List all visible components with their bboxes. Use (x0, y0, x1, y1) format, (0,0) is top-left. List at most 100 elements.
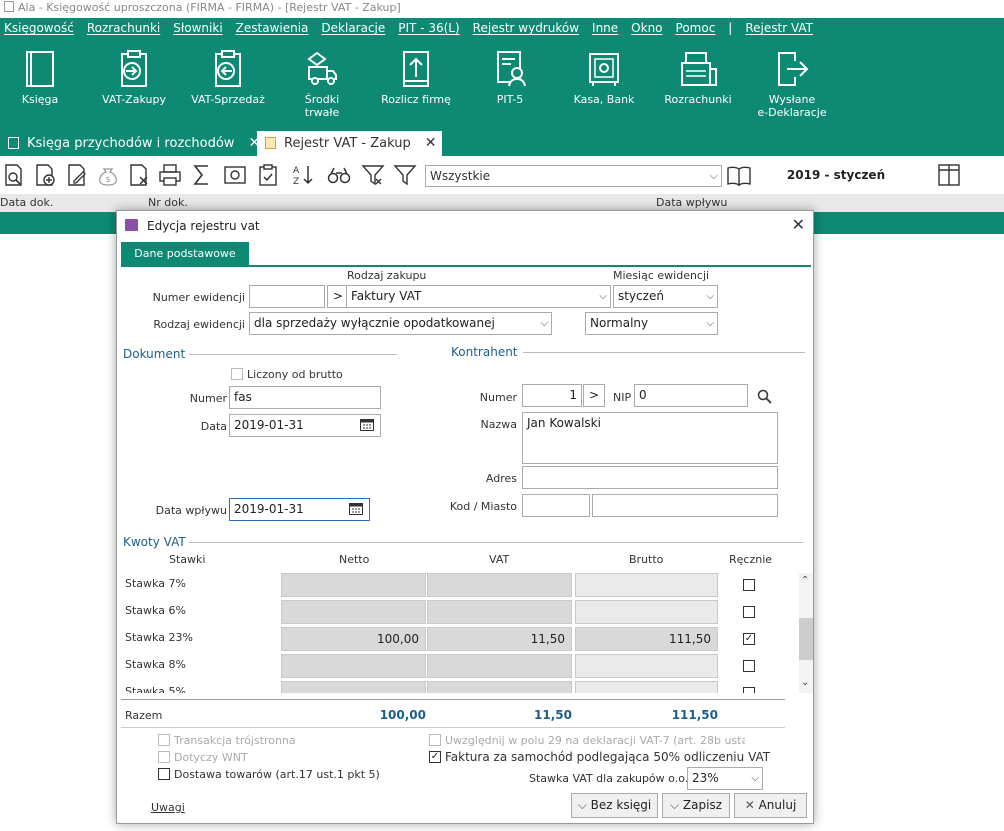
transakcja-checkbox[interactable] (158, 734, 170, 746)
ribbon-vat-sprzedaz-button[interactable]: VAT-Sprzedaż (185, 49, 271, 125)
menu-zestawienia[interactable]: Zestawienia (236, 18, 309, 39)
ribbon-kasa-bank-button[interactable]: Kasa, Bank (561, 49, 647, 125)
columns-icon[interactable] (937, 163, 961, 187)
ribbon-pit5-button[interactable]: PIT-5 (467, 49, 553, 125)
nazwa-label: Nazwa (480, 418, 517, 431)
scroll-up-icon[interactable]: ⌃ (801, 575, 809, 586)
clipboard-check-icon[interactable] (256, 163, 280, 187)
recznie-checkbox[interactable] (743, 579, 755, 591)
tab-rejestr-vat-zakup[interactable]: Rejestr VAT - Zakup ✕ (257, 131, 442, 156)
menu-rozrachunki[interactable]: Rozrachunki (87, 18, 160, 39)
bez-ksiegi-button[interactable]: ⌵ Bez księgi (571, 793, 658, 818)
brutto-cell[interactable] (575, 681, 718, 693)
brutto-cell[interactable]: 111,50 (575, 627, 718, 651)
rodzaj-zakupu-select[interactable]: Faktury VAT ⌵ (346, 285, 611, 308)
next-button[interactable]: > (583, 384, 605, 407)
data-wplywu-input[interactable]: 2019-01-31 (229, 498, 370, 521)
scrollbar-thumb[interactable] (799, 618, 813, 660)
binoculars-icon[interactable] (327, 163, 351, 187)
kontrahent-numer-input[interactable]: 1 (522, 384, 582, 407)
samochod-checkbox[interactable]: ✓ (429, 751, 441, 763)
stawka-oo-select[interactable]: 23% ⌵ (687, 767, 763, 790)
vat-cell[interactable] (427, 600, 572, 624)
nazwa-input[interactable]: Jan Kowalski (522, 412, 778, 464)
adres-input[interactable] (522, 466, 778, 489)
document-icon (265, 137, 276, 149)
tryb-select[interactable]: Normalny ⌵ (585, 312, 718, 335)
stawka-oo-label: Stawka VAT dla zakupów o.o. (529, 772, 689, 785)
ribbon-ksiega-button[interactable]: Księga (0, 49, 83, 125)
register-icon[interactable] (223, 163, 247, 187)
wnt-checkbox[interactable] (158, 751, 170, 763)
stawka-label: Stawka 8% (125, 658, 186, 671)
add-document-icon[interactable] (33, 163, 57, 187)
sum-icon[interactable] (190, 163, 214, 187)
preview-document-icon[interactable] (2, 163, 26, 187)
uwagi-link[interactable]: Uwagi (151, 801, 185, 814)
netto-cell[interactable] (281, 600, 426, 624)
ribbon-rozrachunki-button[interactable]: Rozrachunki (655, 49, 741, 125)
vat-cell[interactable] (427, 573, 572, 597)
close-icon[interactable]: ✕ (425, 135, 437, 151)
brutto-cell[interactable] (575, 573, 718, 597)
calendar-icon[interactable] (360, 419, 374, 431)
vat-cell[interactable] (427, 681, 572, 693)
menu-ksiegowosc[interactable]: Księgowość (4, 18, 74, 39)
filter-icon[interactable] (393, 163, 417, 187)
filter-select[interactable]: Wszystkie ⌵ (425, 165, 722, 187)
menu-slowniki[interactable]: Słowniki (173, 18, 222, 39)
delete-document-icon[interactable] (127, 163, 151, 187)
filter-add-icon[interactable] (361, 163, 385, 187)
numer-ewidencji-input[interactable] (249, 285, 325, 308)
vat-cell[interactable] (427, 654, 572, 678)
netto-cell[interactable] (281, 681, 426, 693)
close-icon[interactable]: ✕ (792, 217, 805, 233)
miesiac-select[interactable]: styczeń ⌵ (613, 285, 718, 308)
numer-dokumentu-input[interactable]: fas (229, 386, 381, 409)
open-book-icon[interactable] (726, 163, 752, 187)
brutto-cell[interactable] (575, 600, 718, 624)
col-data-dok[interactable]: Data dok. (0, 194, 53, 212)
liczony-od-brutto-checkbox[interactable] (231, 368, 243, 380)
netto-cell[interactable]: 100,00 (281, 627, 426, 651)
recznie-checkbox[interactable] (743, 606, 755, 618)
recznie-checkbox[interactable] (743, 660, 755, 672)
search-icon[interactable] (757, 389, 772, 404)
zapisz-button[interactable]: ⌵ Zapisz (662, 793, 730, 818)
tab-ksiega-przychodow[interactable]: Księga przychodów i rozchodów ✕ (0, 131, 260, 156)
scroll-down-icon[interactable]: ⌄ (801, 677, 809, 688)
nip-input[interactable]: 0 (634, 384, 748, 407)
menu-pomoc[interactable]: Pomoc (676, 18, 716, 39)
ribbon-srodki-trwale-button[interactable]: Środki trwałe (279, 49, 365, 125)
recznie-checkbox[interactable]: ✓ (743, 633, 755, 645)
print-icon[interactable] (158, 163, 182, 187)
money-bag-icon[interactable]: $ (96, 163, 120, 187)
ribbon-wyslane-edeklaracje-button[interactable]: Wysłane e-Deklaracje (749, 49, 835, 125)
sort-az-icon[interactable]: AZ (291, 163, 315, 187)
menu-pit36[interactable]: PIT - 36(L) (398, 18, 459, 39)
ribbon-vat-zakupy-button[interactable]: VAT-Zakupy (91, 49, 177, 125)
vat-cell[interactable]: 11,50 (427, 627, 572, 651)
menu-okno[interactable]: Okno (631, 18, 662, 39)
brutto-cell[interactable] (575, 654, 718, 678)
rodzaj-ewidencji-select[interactable]: dla sprzedaży wyłącznie opodatkowanej ⌵ (249, 312, 552, 335)
kod-pocztowy-input[interactable] (522, 494, 590, 517)
netto-cell[interactable] (281, 654, 426, 678)
book-icon (26, 51, 54, 87)
miasto-input[interactable] (592, 494, 778, 517)
anuluj-button[interactable]: ✕ Anuluj (734, 793, 807, 818)
dostawa-checkbox[interactable] (158, 768, 170, 780)
uwzglednij-checkbox[interactable] (429, 734, 441, 746)
calendar-icon[interactable] (349, 503, 363, 515)
edit-document-icon[interactable] (65, 163, 89, 187)
ribbon: Księga VAT-Zakupy VAT-Sprzedaż Środki trw… (0, 39, 1004, 128)
menu-deklaracje[interactable]: Deklaracje (321, 18, 385, 39)
netto-cell[interactable] (281, 573, 426, 597)
recznie-checkbox[interactable] (743, 687, 755, 693)
data-dokumentu-input[interactable]: 2019-01-31 (229, 414, 381, 437)
ribbon-rozlicz-firme-button[interactable]: Rozlicz firmę (373, 49, 459, 125)
menu-rejestr-wydrukow[interactable]: Rejestr wydruków (473, 18, 579, 39)
menu-inne[interactable]: Inne (592, 18, 618, 39)
tab-dane-podstawowe[interactable]: Dane podstawowe (121, 242, 249, 265)
menu-rejestr-vat[interactable]: Rejestr VAT (745, 18, 813, 39)
